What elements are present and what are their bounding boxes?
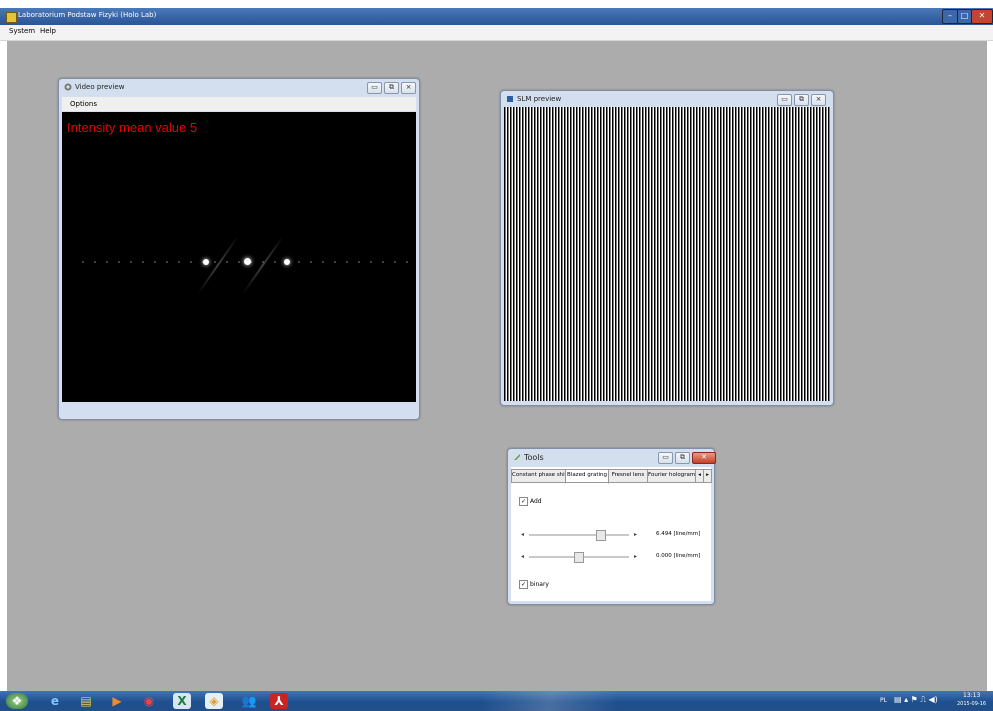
- slider1-value: 6.494 [line/mm]: [656, 531, 701, 537]
- acrobat-icon[interactable]: ⅄: [270, 693, 288, 709]
- menu-help[interactable]: Help: [40, 27, 56, 35]
- media-player-icon[interactable]: ▶: [104, 693, 130, 709]
- add-checkbox[interactable]: ✓: [519, 497, 528, 506]
- diffraction-streak: [242, 235, 284, 295]
- slider-right-arrow-icon[interactable]: ▸: [634, 553, 637, 560]
- tools-icon: [514, 454, 520, 460]
- diffraction-spot: [244, 258, 251, 265]
- tab-constant-phase-shift[interactable]: Constant phase shift: [511, 469, 566, 483]
- slider-left-arrow-icon[interactable]: ◂: [521, 553, 524, 560]
- camera-icon: [64, 83, 72, 91]
- internet-explorer-icon[interactable]: e: [42, 693, 68, 709]
- file-explorer-icon[interactable]: ▤: [73, 693, 99, 709]
- slm-window-buttons: ▭ ⧉ ⨯: [777, 94, 826, 106]
- options-menu[interactable]: Options: [70, 100, 97, 108]
- tab-fresnel-lens[interactable]: Fresnel lens: [608, 469, 648, 483]
- taskbar: ❖ e ▤ ▶ ◉ X ◈ 👥 ⅄ PL ▤ ▴ ⚑ ⎍ ◀) 13:13 20…: [0, 691, 993, 711]
- slider-thumb[interactable]: [574, 552, 584, 563]
- video-window-title: Video preview: [75, 83, 125, 91]
- chrome-icon[interactable]: ◉: [136, 693, 162, 709]
- slm-preview-window[interactable]: SLM preview ▭ ⧉ ⨯: [500, 90, 834, 406]
- minimize-icon[interactable]: ▭: [777, 94, 792, 106]
- add-label: Add: [530, 498, 542, 505]
- slider-left-arrow-icon[interactable]: ◂: [521, 531, 524, 538]
- slider2-value: 0.000 [line/mm]: [656, 553, 701, 559]
- clock-date[interactable]: 2015-09-16: [957, 701, 986, 707]
- tools-body: Constant phase shift Blazed grating Fres…: [511, 467, 712, 601]
- tab-scroll-right-icon[interactable]: ▸: [703, 469, 712, 483]
- spatial-frequency-x-slider[interactable]: ◂ ▸: [519, 530, 639, 541]
- video-window-buttons: ▭ ⧉ ⨯: [367, 82, 416, 94]
- tab-strip: Constant phase shift Blazed grating Fres…: [511, 469, 712, 484]
- start-orb-icon[interactable]: ❖: [6, 693, 28, 709]
- checkmark-icon: ✓: [520, 581, 527, 588]
- maximize-button[interactable]: □: [957, 9, 972, 24]
- grating-pattern: [504, 107, 830, 401]
- tools-window-title: Tools: [524, 453, 544, 462]
- tools-window-buttons: ▭ ⧉ ✕: [658, 452, 716, 464]
- slider-thumb[interactable]: [596, 530, 606, 541]
- diffraction-streak: [197, 235, 239, 295]
- app-icon[interactable]: ◈: [205, 693, 223, 709]
- restore-icon[interactable]: ⧉: [384, 82, 399, 94]
- tab-divider: [511, 482, 711, 483]
- video-frame: Intensity mean value 5: [62, 112, 416, 402]
- app-title-bar[interactable]: Laboratorium Podstaw Fizyki (Holo Lab) –…: [0, 8, 993, 25]
- minimize-button[interactable]: –: [942, 9, 958, 24]
- minimize-icon[interactable]: ▭: [367, 82, 382, 94]
- tab-fourier-hologram[interactable]: Fourier hologram: [647, 469, 696, 483]
- close-icon[interactable]: ✕: [692, 452, 716, 464]
- menu-bar: System Help: [0, 25, 993, 41]
- slm-icon: [507, 96, 513, 102]
- close-button[interactable]: ✕: [971, 9, 993, 24]
- taskbar-glow: [380, 691, 720, 711]
- checkmark-icon: ✓: [520, 498, 527, 505]
- binary-checkbox[interactable]: ✓: [519, 580, 528, 589]
- restore-icon[interactable]: ⧉: [675, 452, 690, 464]
- spatial-frequency-y-slider[interactable]: ◂ ▸: [519, 552, 639, 563]
- diffraction-spot: [203, 259, 209, 265]
- diffraction-spot: [284, 259, 290, 265]
- language-indicator[interactable]: PL: [880, 697, 887, 704]
- binary-label: binary: [530, 581, 549, 588]
- intensity-overlay: Intensity mean value 5: [67, 120, 198, 135]
- app-title: Laboratorium Podstaw Fizyki (Holo Lab): [18, 11, 157, 19]
- restore-icon[interactable]: ⧉: [794, 94, 809, 106]
- video-preview-window[interactable]: Video preview ▭ ⧉ ⨯ Options Intensity me…: [58, 78, 420, 420]
- close-icon[interactable]: ⨯: [811, 94, 826, 106]
- close-icon[interactable]: ⨯: [401, 82, 416, 94]
- users-icon[interactable]: 👥: [236, 693, 262, 709]
- slm-window-title: SLM preview: [517, 95, 562, 103]
- slider-right-arrow-icon[interactable]: ▸: [634, 531, 637, 538]
- app-icon: [6, 12, 17, 23]
- slider-track: [529, 534, 629, 536]
- video-menu-bar: Options: [62, 97, 416, 111]
- minimize-icon[interactable]: ▭: [658, 452, 673, 464]
- tray-icons[interactable]: ▤ ▴ ⚑ ⎍ ◀): [894, 695, 938, 705]
- excel-icon[interactable]: X: [173, 693, 191, 709]
- tools-window[interactable]: Tools ▭ ⧉ ✕ Constant phase shift Blazed …: [507, 448, 716, 605]
- menu-system[interactable]: System: [9, 27, 35, 35]
- clock-time[interactable]: 13:13: [963, 692, 980, 699]
